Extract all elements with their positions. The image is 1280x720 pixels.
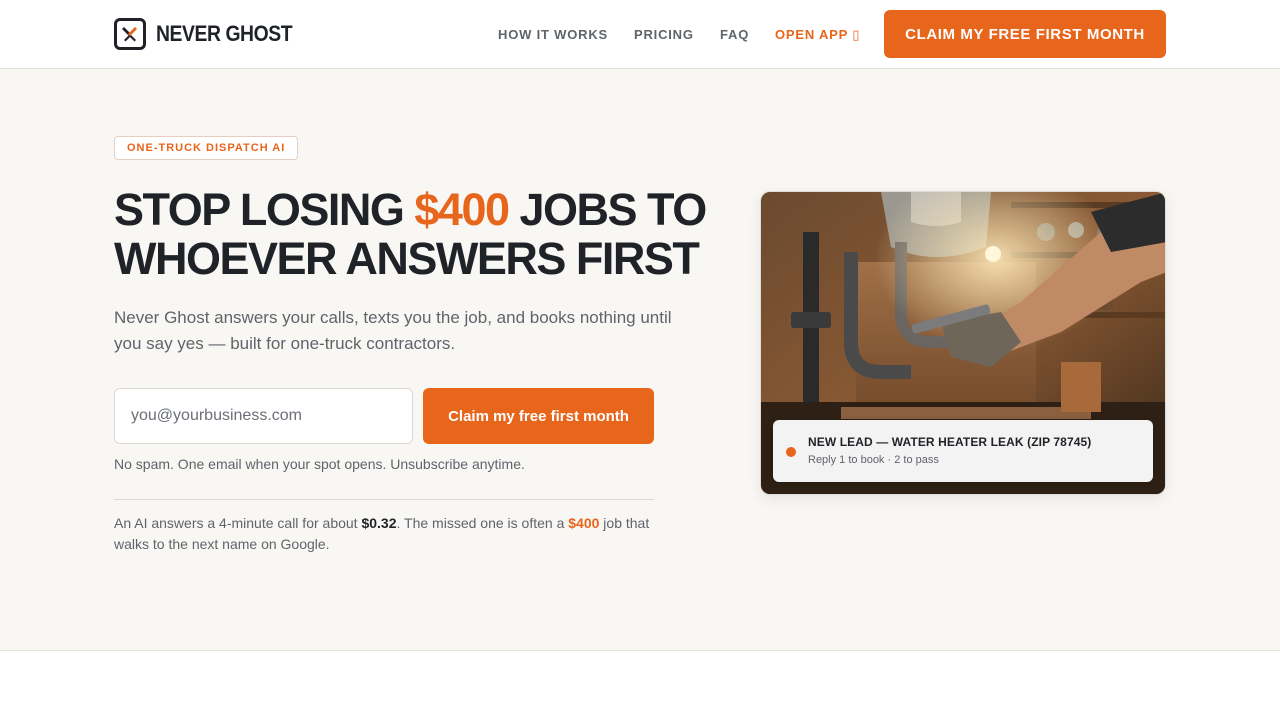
category-badge: ONE-TRUCK DISPATCH AI (114, 136, 299, 160)
plumber-photo-card: NEW LEAD — WATER HEATER LEAK (ZIP 78745)… (760, 191, 1166, 495)
cost-text: An AI answers a 4-minute call for about (114, 515, 362, 531)
no-spam-note: No spam. One email when your spot opens.… (114, 456, 525, 472)
status-dot-icon (786, 447, 796, 457)
lead-reply-instructions: Reply 1 to book · 2 to pass (808, 454, 939, 466)
divider (114, 499, 654, 500)
nav-open-app[interactable]: OPEN APP ▯ (775, 27, 860, 43)
claim-free-month-button[interactable]: Claim my free first month (423, 388, 654, 444)
hero-subtext: Never Ghost answers your calls, texts yo… (114, 308, 672, 353)
logo[interactable]: NEVER GHOST (114, 18, 311, 50)
email-input[interactable] (114, 388, 413, 444)
cost-text: . The missed one is often a (396, 515, 569, 531)
cost-comparison: An AI answers a 4-minute call for about … (114, 513, 659, 555)
headline-part: STOP LOSING (114, 184, 415, 235)
missed-job-value: $400 (568, 515, 600, 531)
new-lead-notification: NEW LEAD — WATER HEATER LEAK (ZIP 78745)… (773, 420, 1153, 482)
logo-text: NEVER GHOST (156, 21, 293, 46)
wrench-logo-icon (114, 18, 146, 50)
nav-pricing[interactable]: PRICING (634, 27, 694, 42)
ai-call-cost: $0.32 (361, 515, 397, 531)
hero-headline: STOP LOSING $400 JOBS TO WHOEVER ANSWERS… (114, 185, 734, 283)
claim-free-month-header-button[interactable]: CLAIM MY FREE FIRST MONTH (884, 10, 1166, 58)
nav-how-it-works[interactable]: HOW IT WORKS (498, 27, 608, 42)
lead-title: NEW LEAD — WATER HEATER LEAK (ZIP 78745) (808, 435, 1092, 449)
headline-price-highlight: $400 (414, 184, 510, 235)
hero-section: ONE-TRUCK DISPATCH AI STOP LOSING $400 J… (0, 69, 1280, 651)
nav-faq[interactable]: FAQ (720, 27, 749, 42)
site-header: NEVER GHOST HOW IT WORKS PRICING FAQ OPE… (0, 0, 1280, 69)
